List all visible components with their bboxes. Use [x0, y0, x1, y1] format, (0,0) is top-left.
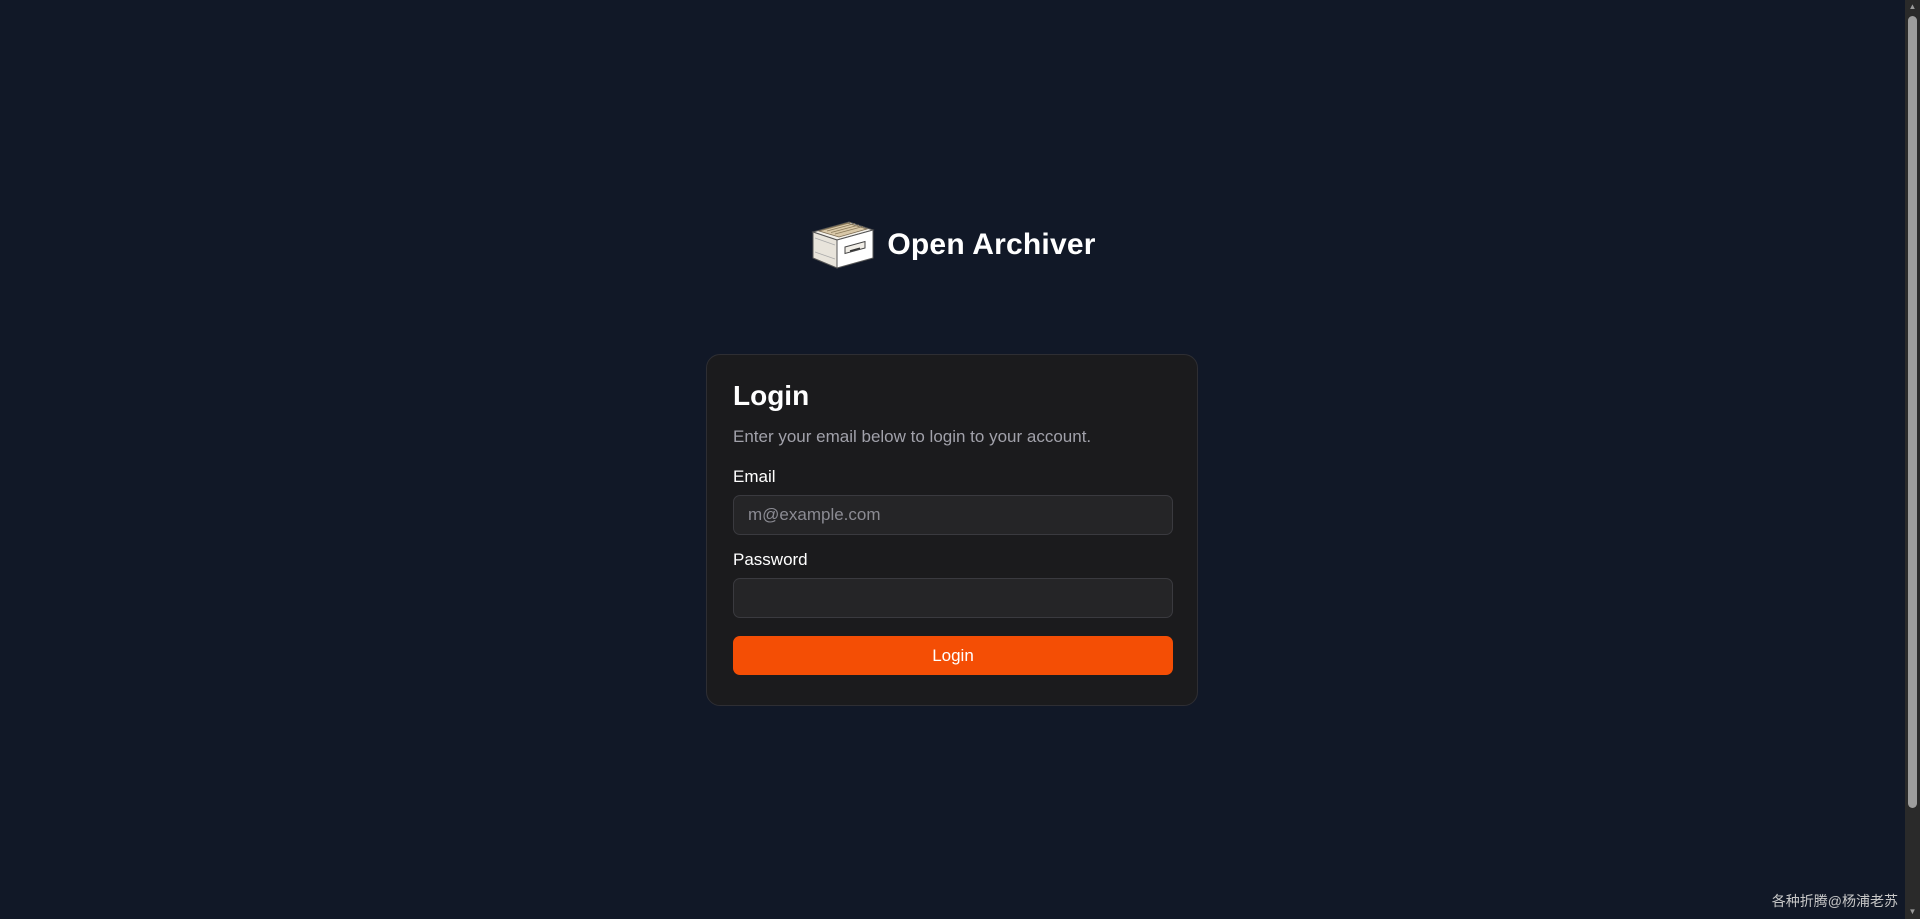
- scroll-down-arrow-icon[interactable]: ▼: [1905, 905, 1920, 919]
- password-label: Password: [733, 550, 808, 569]
- vertical-scrollbar[interactable]: ▲ ▼: [1905, 0, 1920, 919]
- password-field[interactable]: [733, 578, 1173, 618]
- login-button[interactable]: Login: [733, 636, 1173, 675]
- watermark-text: 各种折腾@杨浦老苏: [1771, 893, 1898, 909]
- brand-header: Open Archiver: [0, 218, 1905, 272]
- brand-name: Open Archiver: [887, 228, 1096, 261]
- scrollbar-thumb[interactable]: [1908, 16, 1917, 808]
- scroll-up-arrow-icon[interactable]: ▲: [1905, 0, 1920, 14]
- login-description: Enter your email below to login to your …: [733, 427, 1092, 446]
- login-page: Open Archiver Login Enter your email bel…: [0, 0, 1920, 919]
- login-title: Login: [733, 380, 810, 411]
- file-drawer-icon: [811, 221, 876, 269]
- email-label: Email: [733, 467, 776, 486]
- email-field[interactable]: [733, 495, 1173, 535]
- login-card: Login Enter your email below to login to…: [706, 354, 1198, 706]
